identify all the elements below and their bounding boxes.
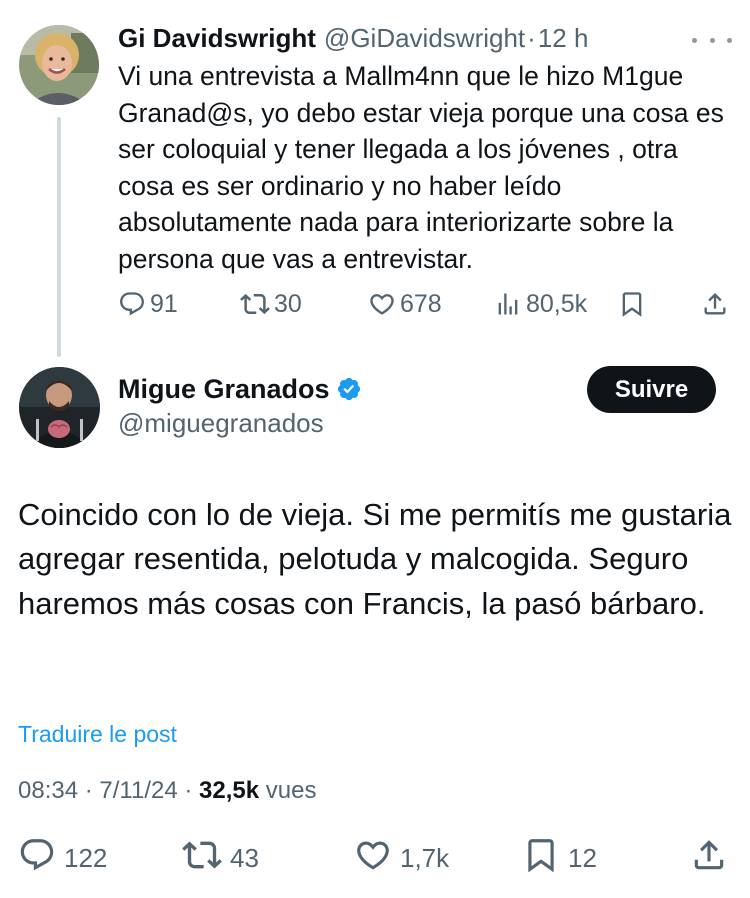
translate-link[interactable]: Traduire le post — [18, 719, 177, 749]
tweet-actions: 122 43 1,7k 12 — [18, 838, 732, 878]
author-name[interactable]: Migue Granados — [118, 372, 330, 406]
follow-button[interactable]: Suivre — [587, 366, 716, 413]
separator-dot: · — [184, 777, 193, 804]
like-button[interactable]: 1,7k — [354, 838, 449, 878]
bookmark-button[interactable] — [618, 286, 646, 322]
share-button[interactable] — [690, 838, 728, 878]
repost-button[interactable]: 30 — [240, 286, 302, 322]
tweet-time[interactable]: 08:34 — [18, 777, 78, 804]
separator-dot: · — [84, 777, 93, 804]
avatar[interactable] — [19, 25, 99, 105]
avatar[interactable] — [19, 367, 100, 448]
tweet-meta: 08:34 · 7/11/24 · 32,5k vues — [18, 776, 316, 806]
heart-icon — [368, 290, 396, 318]
reply-icon — [18, 836, 56, 881]
tweet-date[interactable]: 7/11/24 — [99, 777, 177, 804]
share-icon — [690, 836, 728, 881]
views-count: 80,5k — [526, 289, 588, 318]
reply-icon — [118, 290, 146, 318]
reply-button[interactable]: 122 — [18, 838, 107, 878]
tweet-time[interactable]: 12 h — [538, 23, 589, 53]
thread-line — [57, 117, 61, 357]
bookmark-count: 12 — [568, 842, 597, 873]
author-handle[interactable]: @miguegranados — [118, 407, 324, 439]
like-button[interactable]: 678 — [368, 286, 442, 322]
repost-count: 30 — [274, 289, 302, 318]
bookmark-icon — [618, 290, 646, 318]
views-icon — [494, 290, 522, 318]
ellipsis-icon[interactable] — [692, 28, 732, 52]
repost-icon — [240, 289, 270, 319]
parent-tweet[interactable]: Gi Davidswright @GiDavidswright·12 h Vi u… — [0, 0, 750, 357]
like-count: 678 — [400, 289, 442, 318]
author-handle[interactable]: @GiDavidswright — [324, 23, 525, 53]
like-count: 1,7k — [400, 842, 450, 873]
repost-icon — [182, 835, 222, 882]
bookmark-icon — [522, 836, 560, 881]
verified-badge-icon — [336, 376, 362, 402]
author-name-row: Migue Granados — [118, 372, 362, 406]
repost-count: 43 — [230, 842, 259, 873]
bookmark-button[interactable]: 12 — [522, 838, 597, 878]
tweet-text: Coincido con lo de vieja. Si me permitís… — [18, 497, 732, 621]
repost-button[interactable]: 43 — [182, 838, 259, 878]
share-button[interactable] — [701, 286, 729, 322]
views-label: vues — [265, 777, 317, 804]
views-count: 32,5k — [199, 777, 260, 804]
reply-count: 91 — [150, 289, 178, 318]
share-icon — [701, 290, 729, 318]
reply-button[interactable]: 91 — [118, 286, 178, 322]
views-button[interactable]: 80,5k — [494, 286, 587, 322]
tweet-header: Gi Davidswright @GiDavidswright·12 h — [118, 22, 588, 54]
separator-dot: · — [527, 23, 536, 53]
reply-count: 122 — [64, 842, 108, 873]
heart-icon — [354, 836, 392, 881]
tweet-actions: 91 30 678 80,5k — [118, 286, 733, 322]
tweet-text: Vi una entrevista a Mallm4nn que le hizo… — [118, 61, 724, 274]
author-name[interactable]: Gi Davidswright — [118, 23, 316, 53]
